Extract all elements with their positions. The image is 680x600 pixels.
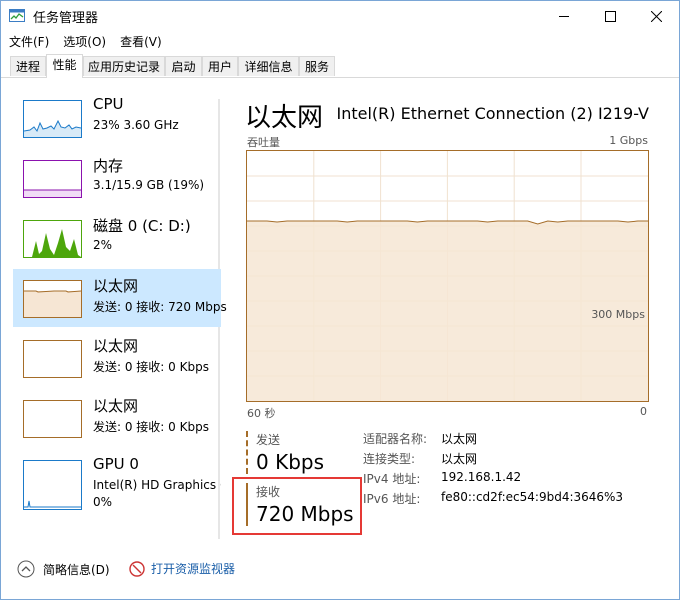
maximize-button[interactable] [587, 1, 633, 31]
bottom-bar: 简略信息(D) 打开资源监视器 [1, 550, 679, 590]
highlight-box [232, 477, 362, 535]
tab-services[interactable]: 服务 [299, 56, 335, 76]
send-label: 发送 [256, 433, 281, 447]
prop-key: IPv4 地址: [363, 472, 421, 486]
receive-series [247, 220, 648, 401]
cpu-thumbnail [23, 100, 82, 138]
prop-row: 适配器名称: 以太网 [363, 430, 623, 450]
gpu-thumbnail [23, 460, 82, 510]
resource-detail: Intel(R) HD Graphics 6 [93, 478, 221, 492]
prop-key: 适配器名称: [363, 432, 428, 446]
send-stat: 发送 0 Kbps [246, 431, 376, 474]
menu-bar: 文件(F) 选项(O) 查看(V) [1, 31, 679, 51]
receive-area [247, 221, 648, 401]
open-resource-monitor-link[interactable]: 打开资源监视器 [129, 560, 235, 577]
ethernet-thumbnail [23, 280, 82, 318]
resource-gpu[interactable]: GPU 0 Intel(R) HD Graphics 6 0% [13, 449, 221, 523]
prop-row: IPv4 地址: 192.168.1.42 [363, 470, 623, 490]
tab-app-history[interactable]: 应用历史记录 [83, 56, 165, 76]
prop-key: IPv6 地址: [363, 492, 421, 506]
tab-startup[interactable]: 启动 [165, 56, 202, 76]
prop-value: 192.168.1.42 [441, 470, 522, 484]
resource-detail: 发送: 0 接收: 0 Kbps [93, 420, 209, 434]
resource-detail: 3.1/15.9 GB (19%) [93, 178, 205, 192]
resource-name: GPU 0 [93, 455, 139, 473]
resource-detail: 2% [93, 238, 113, 252]
task-manager-icon [9, 9, 25, 22]
menu-options[interactable]: 选项(O) [55, 31, 112, 51]
mid-scale-label: 300 Mbps [591, 308, 645, 321]
resource-detail: 发送: 0 接收: 0 Kbps [93, 360, 209, 374]
tab-details[interactable]: 详细信息 [238, 56, 299, 76]
resource-ethernet-3[interactable]: 以太网 发送: 0 接收: 0 Kbps [13, 389, 221, 447]
close-icon [650, 10, 662, 22]
menu-file[interactable]: 文件(F) [1, 31, 55, 51]
maximize-icon [604, 10, 616, 22]
resource-cpu[interactable]: CPU 23% 3.60 GHz [13, 89, 221, 147]
tab-bar: 进程 性能 应用历史记录 启动 用户 详细信息 服务 [1, 54, 679, 78]
resource-ethernet-2[interactable]: 以太网 发送: 0 接收: 0 Kbps [13, 329, 221, 387]
menu-view[interactable]: 查看(V) [112, 31, 168, 51]
fewer-details-button[interactable]: 简略信息(D) [17, 560, 110, 578]
prop-value: 以太网 [441, 452, 478, 466]
resource-name: 以太网 [93, 397, 139, 415]
throughput-label: 吞吐量 [247, 136, 280, 149]
disk-thumbnail [23, 220, 82, 258]
title-bar[interactable]: 任务管理器 [1, 1, 679, 31]
throughput-graph [246, 150, 649, 402]
fewer-details-label: 简略信息(D) [43, 562, 110, 577]
open-resource-monitor-label: 打开资源监视器 [151, 562, 236, 576]
resource-monitor-icon [129, 560, 145, 577]
time-right-label: 0 [640, 405, 647, 418]
resource-memory[interactable]: 内存 3.1/15.9 GB (19%) [13, 149, 221, 207]
tab-users[interactable]: 用户 [202, 56, 238, 76]
tab-performance[interactable]: 性能 [46, 54, 83, 78]
resource-name: 以太网 [93, 337, 139, 355]
resource-name: CPU [93, 95, 124, 113]
ethernet-thumbnail [23, 400, 82, 438]
prop-row: IPv6 地址: fe80::cd2f:ec54:9bd4:3646%3 [363, 490, 623, 510]
minimize-button[interactable] [541, 1, 587, 31]
max-scale-label: 1 Gbps [609, 134, 648, 147]
task-manager-window: 任务管理器 文件(F) 选项(O) 查看(V) 进程 性能 应用历史记录 启动 … [0, 0, 680, 600]
tab-processes[interactable]: 进程 [10, 56, 46, 76]
page-title: 以太网 [245, 103, 324, 133]
window-title: 任务管理器 [33, 11, 99, 26]
resource-name: 内存 [93, 157, 124, 175]
resource-detail-2: 0% [93, 495, 113, 509]
resource-detail: 23% 3.60 GHz [93, 118, 179, 132]
prop-row: 连接类型: 以太网 [363, 450, 623, 470]
resource-detail: 发送: 0 接收: 720 Mbps [93, 300, 227, 314]
adapter-properties: 适配器名称: 以太网 连接类型: 以太网 IPv4 地址: 192.168.1.42 … [363, 430, 623, 510]
chevron-up-circle-icon [17, 560, 35, 578]
time-left-label: 60 秒 [247, 407, 276, 420]
prop-value: fe80::cd2f:ec54:9bd4:3646%3 [441, 490, 624, 504]
ethernet-thumbnail [23, 340, 82, 378]
memory-thumbnail [23, 160, 82, 198]
resource-name: 以太网 [93, 277, 139, 295]
prop-key: 连接类型: [363, 452, 416, 466]
minimize-icon [559, 15, 569, 17]
send-value: 0 Kbps [256, 450, 325, 474]
close-button[interactable] [633, 1, 679, 31]
resource-name: 磁盘 0 (C: D:) [93, 217, 191, 235]
resource-disk[interactable]: 磁盘 0 (C: D:) 2% [13, 209, 221, 267]
resource-ethernet-selected[interactable]: 以太网 发送: 0 接收: 720 Mbps [13, 269, 227, 327]
adapter-name: Intel(R) Ethernet Connection (2) I219-V [336, 104, 649, 123]
prop-value: 以太网 [441, 432, 478, 446]
